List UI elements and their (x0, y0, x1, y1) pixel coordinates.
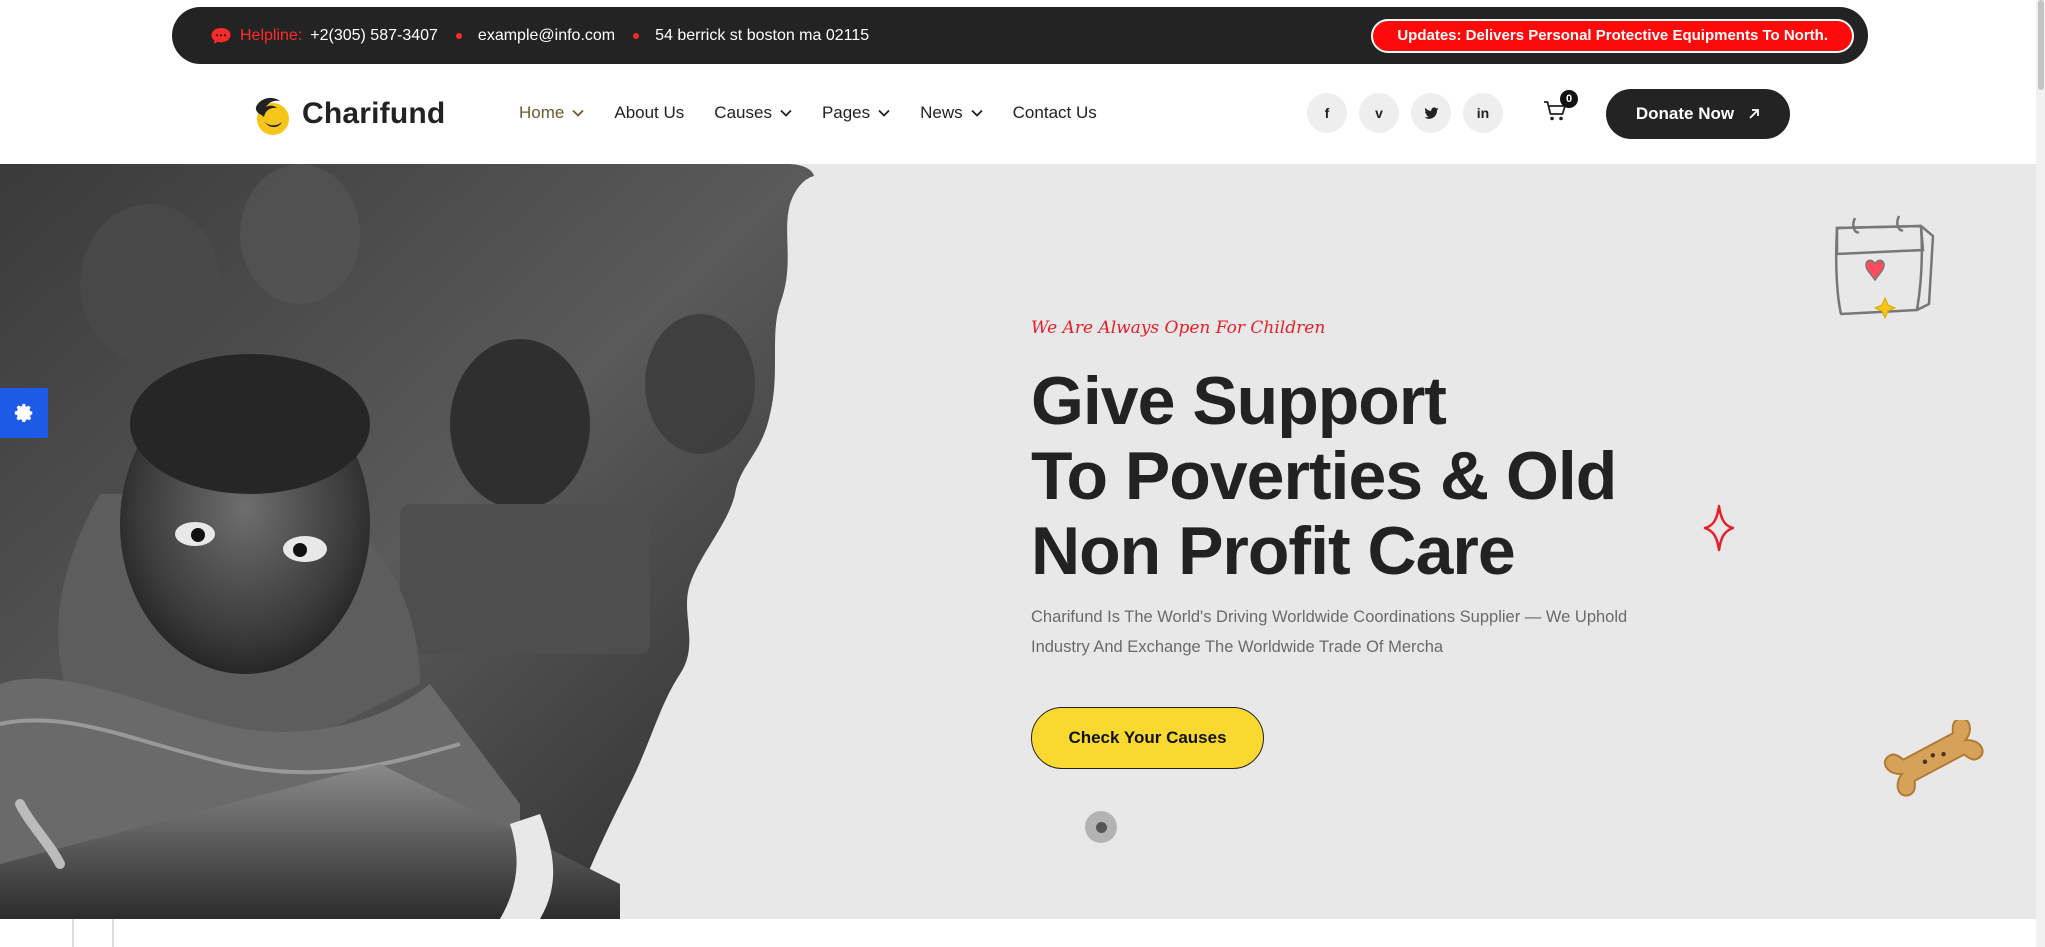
hero-photo (0, 164, 814, 919)
page-scrollbar[interactable] (2036, 0, 2045, 947)
helpline-number[interactable]: +2(305) 587-3407 (310, 27, 438, 45)
hero-description: Charifund Is The World's Driving Worldwi… (1031, 608, 1628, 656)
hero-title-line: Give Support (1031, 363, 1447, 439)
nav-item-causes[interactable]: Causes (714, 103, 792, 123)
updates-ticker[interactable]: Updates: Delivers Personal Protective Eq… (1371, 18, 1854, 53)
twitter-icon[interactable] (1411, 93, 1451, 133)
separator-dot (455, 32, 462, 39)
hero-tagline: We Are Always Open For Children (1031, 318, 1326, 338)
social-links: f v in (1307, 93, 1503, 133)
email-link[interactable]: example@info.com (478, 27, 615, 45)
nav-item-label: News (920, 103, 963, 122)
chevron-down-icon (971, 109, 983, 117)
facebook-icon[interactable]: f (1307, 93, 1347, 133)
logo-mark-icon (255, 97, 289, 135)
site-logo[interactable]: Charifund (250, 91, 445, 137)
nav-item-label: About Us (614, 103, 685, 122)
nav-item-about-us[interactable]: About Us (614, 103, 684, 123)
logo-text: Charifund (302, 97, 446, 130)
separator-dot (633, 32, 640, 39)
address-text: 54 berrick st boston ma 02115 (655, 26, 870, 44)
donate-label: Donate Now (1635, 104, 1735, 123)
chevron-down-icon (780, 109, 792, 117)
next-section-edge (0, 919, 2036, 947)
scrollbar-thumb[interactable] (2038, 0, 2044, 90)
hero-title-line: To Poverties & Old (1031, 438, 1617, 514)
nav-item-pages[interactable]: Pages (822, 103, 890, 123)
chevron-down-icon (572, 109, 584, 117)
top-info-bar: Helpline: +2(305) 587-3407 example@info.… (172, 7, 1868, 64)
sparkle-star-icon (1703, 504, 1735, 552)
nav-item-label: Causes (714, 103, 772, 122)
nav-item-label: Contact Us (1012, 103, 1097, 122)
site-header: Charifund Home About Us Causes Pages New… (0, 64, 2045, 164)
helpline-label: Helpline: (240, 26, 303, 44)
twitter-bird-icon (1423, 106, 1438, 119)
arrow-up-right-icon (1749, 109, 1760, 119)
hero-section: We Are Always Open For Children Give Sup… (0, 164, 2045, 919)
dog-bone-icon (1884, 720, 1984, 797)
linkedin-icon[interactable]: in (1463, 93, 1503, 133)
hero-content: We Are Always Open For Children Give Sup… (1031, 318, 1691, 769)
nav-item-label: Pages (821, 103, 871, 122)
slider-dot-active[interactable] (1085, 811, 1117, 843)
divider (72, 919, 74, 947)
nav-item-label: Home (519, 103, 565, 122)
nav-item-news[interactable]: News (920, 103, 983, 123)
nav-item-home[interactable]: Home (519, 103, 584, 123)
vimeo-icon[interactable]: v (1359, 93, 1399, 133)
contact-info: Helpline: +2(305) 587-3407 example@info.… (210, 27, 869, 45)
chat-bubble-icon (210, 27, 232, 45)
main-nav: Home About Us Causes Pages News Contact … (519, 103, 1097, 123)
check-causes-button[interactable]: Check Your Causes (1031, 707, 1264, 769)
calendar-heart-icon (1834, 215, 1935, 320)
divider (112, 919, 114, 947)
donate-now-button[interactable]: Donate Now (1606, 89, 1790, 139)
hero-title-line: Non Profit Care (1031, 513, 1516, 589)
cta-label: Check Your Causes (1068, 728, 1227, 747)
cart-button[interactable]: 0 (1542, 90, 1578, 128)
cart-count-badge: 0 (1560, 90, 1578, 108)
gear-icon (14, 403, 33, 422)
updates-text: Updates: Delivers Personal Protective Eq… (1397, 27, 1828, 44)
nav-item-contact-us[interactable]: Contact Us (1013, 103, 1097, 123)
hero-title: Give Support To Poverties & Old Non Prof… (1031, 364, 1691, 589)
chevron-down-icon (878, 109, 890, 117)
settings-toggle[interactable] (0, 388, 48, 438)
